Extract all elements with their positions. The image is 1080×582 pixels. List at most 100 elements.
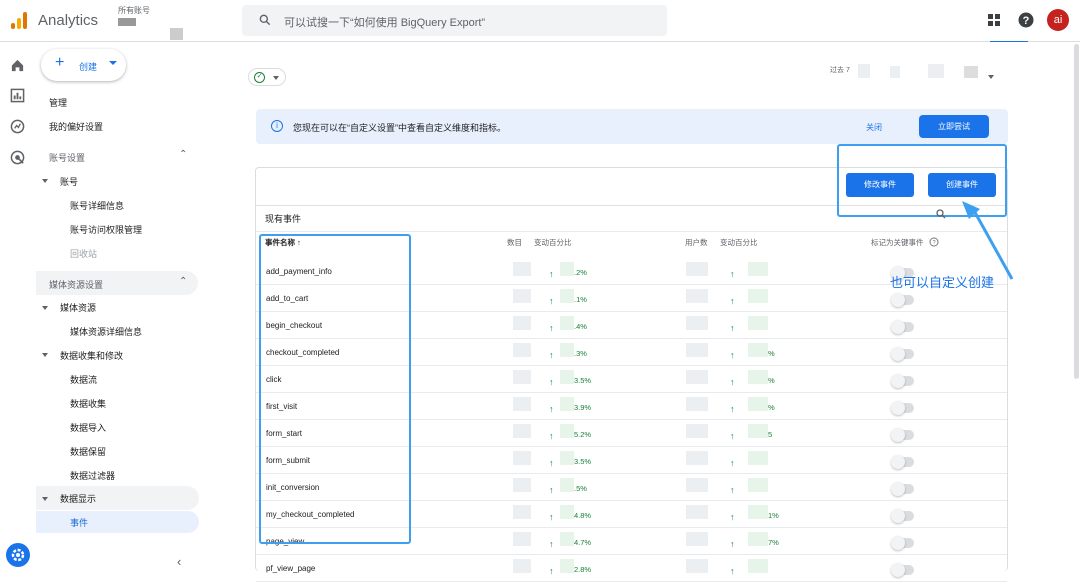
key-event-toggle[interactable] <box>891 509 914 523</box>
nav-account-details[interactable]: 账号详细信息 <box>70 199 124 212</box>
users-change: 7% <box>768 538 779 547</box>
close-button[interactable]: 关闭 <box>866 122 882 133</box>
search-input[interactable]: 可以试搜一下“如何使用 BigQuery Export” <box>242 5 667 36</box>
nav-property[interactable]: 媒体资源 <box>60 301 96 314</box>
nav-data-streams[interactable]: 数据流 <box>70 373 97 386</box>
create-button[interactable]: + 创建 <box>41 49 126 81</box>
col-users[interactable]: 用户数 <box>685 237 708 248</box>
count-change: 3.5% <box>574 376 592 385</box>
collapse-sidebar-icon[interactable]: ‹ <box>177 554 181 569</box>
row-divider <box>256 554 1007 555</box>
redacted-users <box>686 397 708 411</box>
nav-data-collection[interactable]: 数据收集 <box>70 397 106 410</box>
info-icon: i <box>271 120 283 132</box>
info-banner: i 您现在可以在“自定义设置”中查看自定义维度和指标。 关闭 立即尝试 <box>256 109 1008 144</box>
scrollbar[interactable] <box>1073 44 1080 379</box>
status-button[interactable]: ✓ <box>248 68 286 86</box>
arrow-up-icon: ↑ <box>730 431 735 441</box>
apps-grid-icon[interactable] <box>986 12 1002 28</box>
nav-admin[interactable]: 管理 <box>49 96 67 109</box>
redacted <box>890 66 900 78</box>
try-now-button[interactable]: 立即尝试 <box>919 115 989 138</box>
col-count[interactable]: 数目 <box>507 237 522 248</box>
help-icon[interactable]: ? <box>1018 12 1034 28</box>
search-icon[interactable] <box>935 208 947 220</box>
redacted-pct <box>748 289 768 303</box>
section-account-settings[interactable]: 账号设置 <box>49 151 85 164</box>
redacted <box>964 66 978 78</box>
redacted-pct <box>748 262 768 276</box>
nav-data-collection-modify[interactable]: 数据收集和修改 <box>60 349 123 362</box>
key-event-toggle[interactable] <box>891 320 914 334</box>
redacted-pct <box>560 451 574 465</box>
caret-down-icon[interactable] <box>42 179 48 183</box>
nav-data-display[interactable]: 数据显示 <box>60 492 96 505</box>
redacted-count <box>513 289 531 303</box>
section-property-settings[interactable]: 媒体资源设置 <box>49 278 103 291</box>
reports-icon[interactable] <box>10 88 25 103</box>
nav-account[interactable]: 账号 <box>60 175 78 188</box>
check-icon: ✓ <box>254 72 265 83</box>
key-event-toggle[interactable] <box>891 401 914 415</box>
col-count-change[interactable]: 变动百分比 <box>534 237 572 248</box>
redacted-pct <box>560 505 574 519</box>
users-change: % <box>768 349 775 358</box>
event-name[interactable]: pf_view_page <box>266 564 315 573</box>
caret-down-icon[interactable] <box>42 306 48 310</box>
nav-data-retention[interactable]: 数据保留 <box>70 445 106 458</box>
key-event-toggle[interactable] <box>891 374 914 388</box>
account-label[interactable]: 所有账号 <box>118 5 150 16</box>
key-event-toggle[interactable] <box>891 347 914 361</box>
analytics-logo-icon[interactable] <box>11 12 27 29</box>
arrow-up-icon: ↑ <box>730 296 735 306</box>
chevron-down-icon <box>273 76 279 80</box>
key-event-toggle[interactable] <box>891 536 914 550</box>
redacted-pct <box>748 451 768 465</box>
arrow-up-icon: ↑ <box>730 512 735 522</box>
help-circle-icon[interactable]: ? <box>929 237 939 247</box>
count-change: 4.8% <box>574 511 592 520</box>
chevron-up-icon[interactable]: ⌃ <box>179 149 187 160</box>
col-users-change[interactable]: 变动百分比 <box>720 237 758 248</box>
nav-my-preferences[interactable]: 我的偏好设置 <box>49 120 103 133</box>
key-event-toggle[interactable] <box>891 428 914 442</box>
count-change: 2.8% <box>574 565 592 574</box>
caret-down-icon[interactable] <box>42 497 48 501</box>
advertising-icon[interactable] <box>10 150 25 165</box>
nav-data-import[interactable]: 数据导入 <box>70 421 106 434</box>
redacted-count <box>513 343 531 357</box>
caret-down-icon[interactable] <box>42 353 48 357</box>
nav-data-filters[interactable]: 数据过滤器 <box>70 469 115 482</box>
redacted-pct <box>560 316 574 330</box>
admin-gear-icon[interactable] <box>6 543 30 567</box>
redacted-count <box>513 478 531 492</box>
count-change: .4% <box>574 322 587 331</box>
nav-property-details[interactable]: 媒体资源详细信息 <box>70 325 142 338</box>
account-redacted <box>170 28 183 40</box>
nav-account-access[interactable]: 账号访问权限管理 <box>70 223 142 236</box>
redacted-users <box>686 289 708 303</box>
app-name: Analytics <box>38 12 99 29</box>
arrow-up-icon: ↑ <box>549 350 554 360</box>
users-change: % <box>768 376 775 385</box>
key-event-toggle[interactable] <box>891 455 914 469</box>
explore-icon[interactable] <box>10 119 25 134</box>
col-mark-key: 标记为关键事件 <box>871 238 924 247</box>
chevron-up-icon[interactable]: ⌃ <box>179 276 187 287</box>
redacted-users <box>686 505 708 519</box>
date-range[interactable]: 过去 7 <box>830 65 850 75</box>
svg-text:?: ? <box>1023 15 1030 27</box>
redacted-users <box>686 478 708 492</box>
nav-recycle-bin[interactable]: 回收站 <box>70 247 97 260</box>
key-event-toggle[interactable] <box>891 293 914 307</box>
key-event-toggle[interactable] <box>891 482 914 496</box>
search-icon <box>259 14 271 26</box>
date-dropdown-icon[interactable] <box>988 75 994 79</box>
key-event-toggle[interactable] <box>891 563 914 577</box>
home-icon[interactable] <box>10 58 25 73</box>
nav-events[interactable]: 事件 <box>70 516 88 529</box>
redacted-pct <box>560 478 574 492</box>
count-change: .2% <box>574 268 587 277</box>
avatar[interactable]: ai <box>1047 9 1069 31</box>
redacted-count <box>513 262 531 276</box>
